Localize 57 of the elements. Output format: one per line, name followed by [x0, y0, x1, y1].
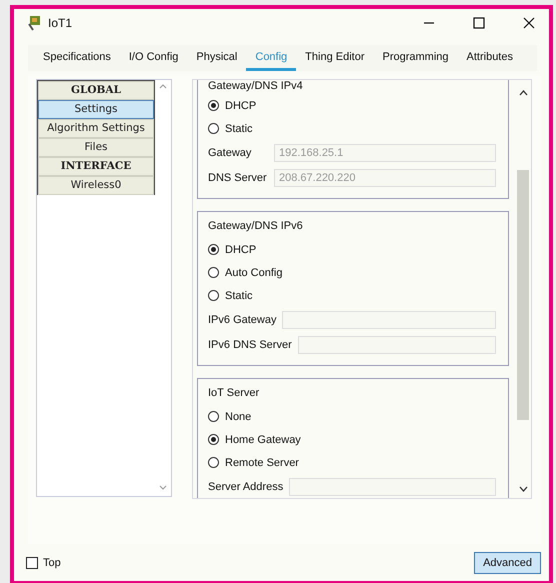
- checkbox-label: Top: [43, 556, 61, 568]
- radio-button[interactable]: [208, 267, 219, 278]
- scroll-down-icon[interactable]: [518, 486, 528, 492]
- scroll-up-icon[interactable]: [518, 90, 528, 96]
- checkbox[interactable]: [26, 556, 38, 568]
- radio-option[interactable]: Auto Config: [208, 261, 496, 284]
- radio-button[interactable]: [208, 290, 219, 301]
- input-field[interactable]: [289, 478, 496, 496]
- radio-label: DHCP: [225, 244, 256, 256]
- radio-button[interactable]: [208, 244, 219, 255]
- close-icon[interactable]: [523, 17, 535, 29]
- radio-option[interactable]: Home Gateway: [208, 428, 496, 451]
- group-title: IoT Server: [208, 387, 260, 399]
- app-icon: [26, 15, 42, 31]
- input-field[interactable]: [298, 336, 496, 354]
- radio-label: DHCP: [225, 100, 256, 112]
- sidebar-item[interactable]: Wireless0: [38, 176, 154, 195]
- tab[interactable]: Physical: [187, 45, 246, 71]
- radio-option[interactable]: Static: [208, 284, 496, 307]
- radio-label: None: [225, 410, 252, 422]
- group-title: Gateway/DNS IPv4: [208, 80, 304, 92]
- tab[interactable]: Thing Editor: [296, 45, 374, 71]
- radio-label: Static: [225, 122, 253, 134]
- scroll-thumb[interactable]: [517, 170, 529, 420]
- radio-option[interactable]: None: [208, 405, 496, 428]
- radio-button[interactable]: [208, 457, 219, 468]
- tab[interactable]: Attributes: [458, 45, 522, 71]
- radio-button[interactable]: [208, 411, 219, 422]
- radio-button[interactable]: [208, 100, 219, 111]
- radio-button[interactable]: [208, 434, 219, 445]
- window-title: IoT1: [48, 16, 72, 30]
- field-label: IPv6 DNS Server: [208, 338, 292, 350]
- field-label: DNS Server: [208, 172, 268, 184]
- radio-option[interactable]: DHCP: [208, 238, 496, 261]
- sidebar-item[interactable]: Files: [38, 138, 154, 157]
- tab[interactable]: I/O Config: [120, 45, 188, 71]
- sidebar-item[interactable]: Settings: [38, 100, 154, 119]
- tab[interactable]: Programming: [373, 45, 458, 71]
- sidebar-header: GLOBAL: [38, 81, 154, 100]
- radio-button[interactable]: [208, 123, 219, 134]
- radio-label: Home Gateway: [225, 434, 301, 446]
- maximize-icon[interactable]: [473, 17, 485, 29]
- radio-label: Static: [225, 290, 253, 302]
- field-label: Gateway: [208, 146, 252, 158]
- advanced-button[interactable]: Advanced: [474, 552, 541, 574]
- tab[interactable]: Specifications: [34, 45, 120, 71]
- radio-option[interactable]: DHCP: [208, 94, 496, 117]
- radio-label: Remote Server: [225, 456, 299, 468]
- field-label: IPv6 Gateway: [208, 314, 276, 326]
- radio-option[interactable]: Static: [208, 117, 496, 140]
- sidebar-header: INTERFACE: [38, 157, 154, 176]
- group-title: Gateway/DNS IPv6: [208, 220, 304, 232]
- radio-label: Auto Config: [225, 266, 282, 278]
- input-field[interactable]: [282, 310, 496, 328]
- radio-option[interactable]: Remote Server: [208, 451, 496, 474]
- field-label: Server Address: [208, 480, 284, 492]
- sidebar-item[interactable]: Algorithm Settings: [38, 119, 154, 138]
